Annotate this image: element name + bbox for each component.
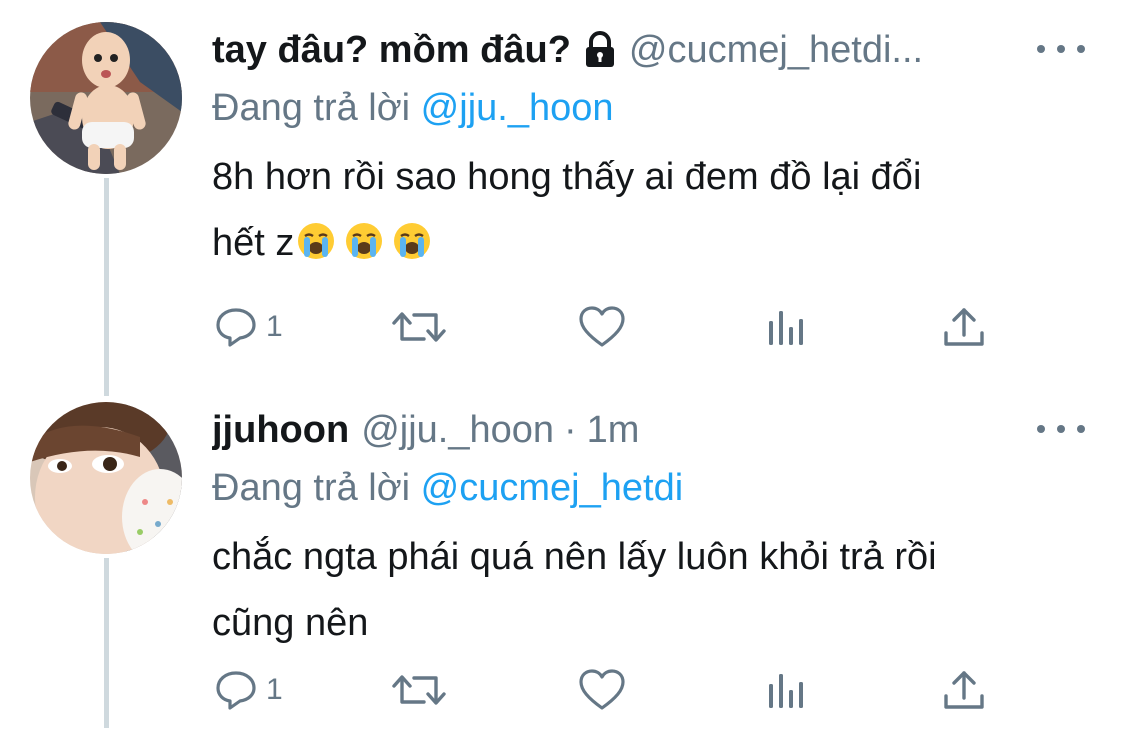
retweet-icon [392, 312, 446, 342]
analytics-icon [769, 674, 803, 708]
handle[interactable]: @cucmej_hetdi... [629, 29, 923, 72]
tweet-text: 8h hơn rồi sao hong thấy ai đem đồ lại đ… [212, 144, 1085, 276]
analytics-button[interactable] [766, 302, 806, 352]
tweet-text-line-2: hết z [212, 222, 295, 264]
analytics-icon [769, 311, 803, 345]
tweet-actions: 1 [214, 302, 1014, 352]
share-icon [944, 308, 984, 346]
share-button[interactable] [942, 665, 986, 715]
replying-to-mention[interactable]: @jju._hoon [421, 87, 614, 129]
avatar[interactable] [30, 402, 182, 554]
like-button[interactable] [578, 302, 626, 352]
thread-connector-line [104, 558, 109, 728]
loudly-crying-face-emoji-icon [392, 216, 432, 259]
tweet[interactable]: jjuhoon @jju._hoon · 1m Đang trả lời @cu… [0, 380, 1125, 729]
reply-icon [216, 671, 256, 710]
heart-icon [579, 306, 625, 347]
loudly-crying-face-emoji-icon [296, 216, 336, 259]
tweet-text-line: hết z [212, 210, 1085, 276]
replying-prefix: Đang trả lời [212, 87, 421, 129]
retweet-button[interactable] [390, 302, 448, 352]
more-options-icon[interactable] [1037, 34, 1085, 64]
replying-prefix: Đang trả lời [212, 467, 421, 509]
reply-count: 1 [266, 673, 283, 706]
tweet-header: tay đâu? mồm đâu? @cucmej_hetdi... [212, 22, 1085, 78]
thread-connector-line [104, 178, 109, 396]
display-name[interactable]: tay đâu? mồm đâu? [212, 29, 571, 72]
replying-to: Đang trả lời @cucmej_hetdi [212, 460, 1085, 516]
display-name[interactable]: jjuhoon [212, 409, 349, 452]
analytics-button[interactable] [766, 665, 806, 715]
more-options-icon[interactable] [1037, 414, 1085, 444]
replying-to: Đang trả lời @jju._hoon [212, 80, 1085, 136]
handle[interactable]: @jju._hoon [361, 409, 554, 452]
meta-separator: · [564, 408, 577, 451]
tweet-header: jjuhoon @jju._hoon · 1m [212, 402, 1085, 458]
tweet-text-line: chắc ngta phái quá nên lấy luôn khỏi trả… [212, 536, 937, 578]
reply-button[interactable]: 1 [214, 665, 283, 715]
avatar[interactable] [30, 22, 182, 174]
reply-icon [216, 308, 256, 347]
reply-count: 1 [266, 310, 283, 343]
tweet-text-line: 8h hơn rồi sao hong thấy ai đem đồ lại đ… [212, 156, 922, 198]
share-icon [944, 671, 984, 709]
replying-to-mention[interactable]: @cucmej_hetdi [421, 467, 683, 509]
retweet-icon [392, 675, 446, 705]
like-button[interactable] [578, 665, 626, 715]
tweet-actions: 1 [214, 665, 1014, 715]
share-button[interactable] [942, 302, 986, 352]
tweet[interactable]: tay đâu? mồm đâu? @cucmej_hetdi... Đang … [0, 0, 1125, 396]
reply-button[interactable]: 1 [214, 302, 283, 352]
loudly-crying-face-emoji-icon [344, 216, 384, 259]
retweet-button[interactable] [390, 665, 448, 715]
tweet-text: chắc ngta phái quá nên lấy luôn khỏi trả… [212, 524, 1085, 656]
tweet-text-line: cũng nên [212, 602, 369, 644]
lock-icon [583, 31, 617, 69]
heart-icon [579, 669, 625, 710]
timestamp[interactable]: 1m [587, 409, 640, 452]
